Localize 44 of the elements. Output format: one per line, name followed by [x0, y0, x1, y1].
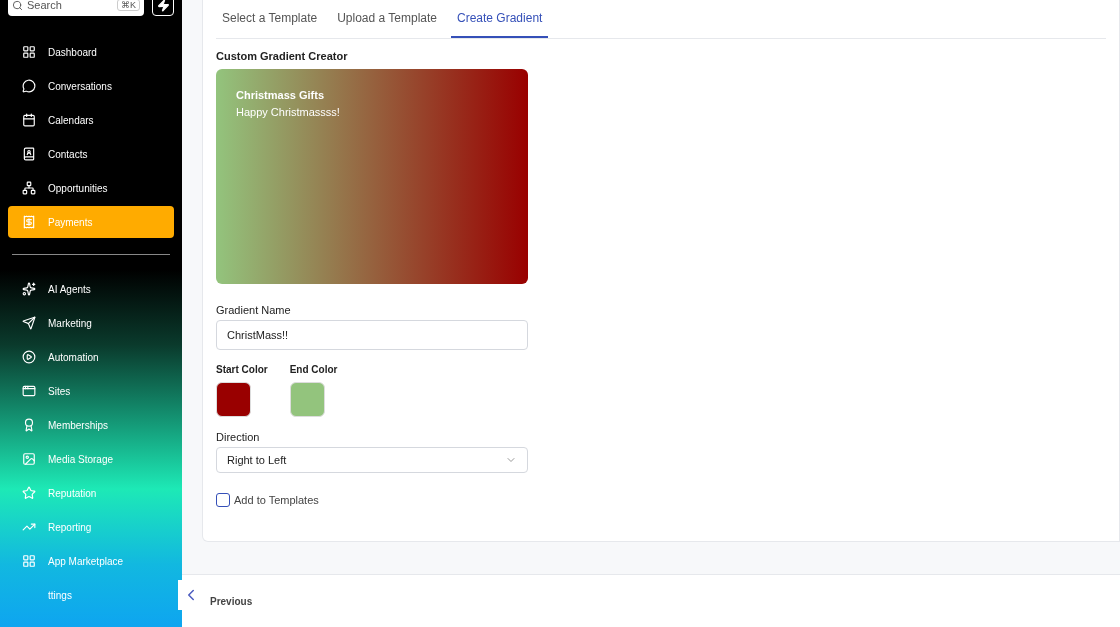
- network-icon: [22, 181, 36, 195]
- direction-select[interactable]: Right to Left: [216, 447, 528, 473]
- tab[interactable]: Create Gradient: [451, 0, 549, 38]
- sidebar-item[interactable]: Contacts: [8, 138, 174, 170]
- sidebar-item[interactable]: Marketing: [8, 307, 174, 339]
- checkbox[interactable]: [216, 493, 230, 507]
- sidebar-item[interactable]: AI Agents: [8, 273, 174, 305]
- sidebar-item[interactable]: Sites: [8, 375, 174, 407]
- browser-window-icon: [22, 384, 36, 398]
- grid-icon: [22, 45, 36, 59]
- field-label: Gradient Name: [216, 304, 292, 316]
- paper-plane-icon: [22, 316, 36, 330]
- color-label: Start Color: [216, 364, 268, 375]
- checkbox-label: Add to Templates: [234, 494, 319, 506]
- sidebar-item[interactable]: Opportunities: [8, 172, 174, 204]
- sidebar-item[interactable]: Calendars: [8, 104, 174, 136]
- grid-icon: [22, 554, 36, 568]
- lightning-button[interactable]: [152, 0, 174, 16]
- preview-title: Christmass Gifts: [236, 89, 326, 101]
- contact-book-icon: [22, 147, 36, 161]
- receipt-icon: [22, 215, 36, 229]
- chat-bubble-icon: [22, 79, 36, 93]
- image-icon: [22, 452, 36, 466]
- sidebar-item[interactable]: Automation: [8, 341, 174, 373]
- sidebar-item[interactable]: Conversations: [8, 70, 174, 102]
- tab[interactable]: Upload a Template: [331, 0, 443, 38]
- color-swatch[interactable]: [289, 382, 325, 417]
- calendar-icon: [22, 113, 36, 127]
- search-icon: [12, 0, 23, 11]
- field-label: Direction: [216, 431, 261, 443]
- play-circle-icon: [22, 350, 36, 364]
- preview-subtitle: Happy Christmassss!: [236, 106, 341, 118]
- color-swatch[interactable]: [216, 382, 251, 417]
- tab[interactable]: Select a Template: [216, 0, 324, 38]
- search-field[interactable]: Search ⌘K: [8, 0, 144, 16]
- sidebar-item[interactable]: Dashboard: [8, 36, 174, 68]
- star-icon: [22, 486, 36, 500]
- shortcut-key: ⌘K: [117, 0, 140, 11]
- color-label: End Color: [289, 364, 338, 375]
- sparkle-icon: [22, 282, 36, 296]
- section-title: Custom Gradient Creator: [216, 50, 349, 62]
- award-icon: [22, 418, 36, 432]
- gradient-name-field[interactable]: ChristMass!!: [216, 320, 528, 350]
- search-placeholder: Search: [27, 0, 62, 11]
